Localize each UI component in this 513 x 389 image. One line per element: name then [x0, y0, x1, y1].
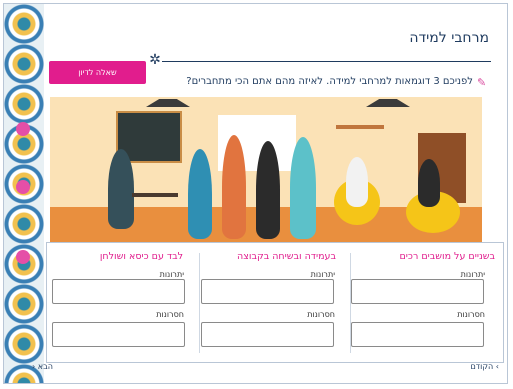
chevron-left-icon: ‹ [32, 362, 36, 371]
shelf-shape [336, 125, 384, 129]
person-shape [290, 137, 316, 239]
prev-button[interactable]: › הקודם [470, 362, 499, 371]
pros-input[interactable] [351, 279, 484, 304]
question-text: לפניכם 3 דוגמאות למרחבי למידה. לאיזה מהם… [186, 76, 473, 87]
chevron-right-icon: › [495, 362, 499, 371]
cons-label: חסרונות [156, 310, 184, 319]
decorative-dot [16, 250, 30, 264]
pencil-icon: ✎ [477, 76, 487, 89]
pros-label: יתרונות [310, 270, 335, 279]
cons-label: חסרונות [307, 310, 335, 319]
column-title: בעמידה ובשיחה בקבוצה [237, 251, 336, 262]
next-button[interactable]: הבא ‹ [32, 362, 53, 371]
person-shape [222, 135, 246, 239]
cons-input[interactable] [351, 322, 484, 347]
next-label: הבא [37, 362, 53, 371]
person-shape [108, 149, 134, 229]
person-shape [346, 157, 368, 207]
cons-input[interactable] [201, 322, 334, 347]
prev-label: הקודם [470, 362, 494, 371]
discussion-question-button[interactable]: שאלה לדיון [49, 61, 146, 84]
content-frame: מרחבי למידה ✲ שאלה לדיון לפניכם 3 דוגמאו… [3, 3, 508, 384]
column-divider [199, 253, 200, 353]
decorative-tile-border [4, 4, 44, 383]
learning-space-illustration [50, 97, 482, 249]
comparison-panel: בשניים על מושבים רכים יתרונות חסרונות בע… [46, 242, 504, 363]
title-divider [162, 61, 491, 62]
column-title: לבד עם כיסא ושולחן [99, 251, 183, 262]
pros-label: יתרונות [159, 270, 184, 279]
column-title: בשניים על מושבים רכים [399, 251, 496, 262]
cons-label: חסרונות [457, 310, 485, 319]
person-shape [188, 149, 212, 239]
desk-shape [132, 193, 178, 197]
pros-input[interactable] [201, 279, 334, 304]
decorative-dot [16, 122, 30, 136]
person-shape [256, 141, 280, 239]
cons-input[interactable] [52, 322, 185, 347]
gear-icon: ✲ [149, 52, 161, 68]
pros-input[interactable] [52, 279, 185, 304]
person-shape [418, 159, 440, 207]
decorative-dot [16, 180, 30, 194]
page-title: מרחבי למידה [409, 30, 489, 46]
pros-label: יתרונות [460, 270, 485, 279]
